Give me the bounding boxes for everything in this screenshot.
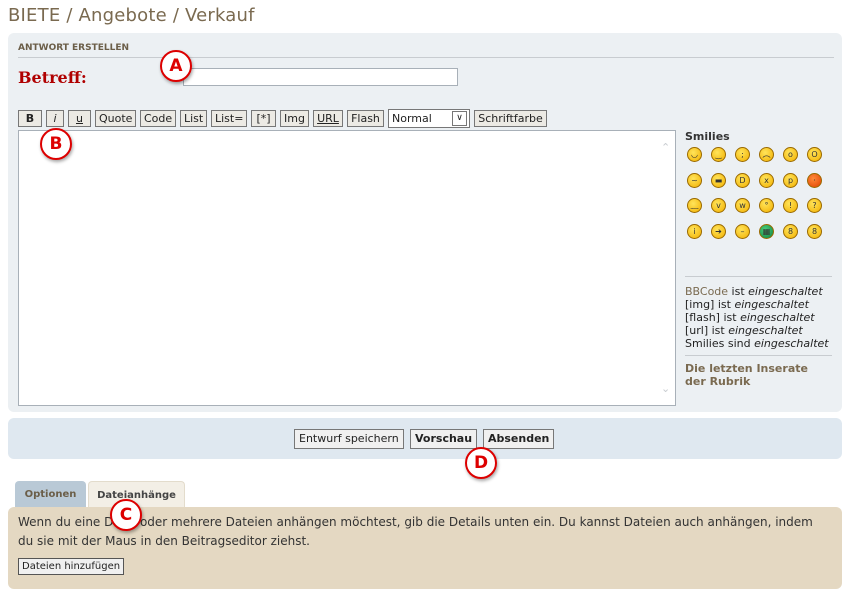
callout-b: B [40, 128, 72, 160]
quote-button[interactable]: Quote [95, 110, 136, 127]
neutral-icon[interactable]: – [735, 223, 750, 239]
italic-button[interactable]: i [46, 110, 64, 127]
exclamation-icon[interactable]: ! [783, 198, 798, 213]
img-status: [img] ist eingeschaltet [685, 298, 809, 311]
mad-icon[interactable]: x [759, 172, 774, 188]
smilies-status: Smilies sind eingeschaltet [685, 337, 829, 350]
surprised-icon[interactable]: o [783, 147, 798, 162]
big-grin-icon[interactable]: ◡ [687, 147, 702, 162]
ordered-list-button[interactable]: List= [211, 110, 247, 127]
bbcode-status: BBCode ist eingeschaltet [685, 285, 823, 298]
uber-geek-icon[interactable]: 8 [807, 223, 822, 239]
url-status: [url] ist eingeschaltet [685, 324, 803, 337]
list-item-button[interactable]: [*] [251, 110, 276, 127]
add-files-button[interactable]: Dateien hinzufügen [18, 558, 125, 575]
bbcode-link[interactable]: BBCode [685, 285, 728, 298]
rolling-eyes-icon[interactable]: ° [759, 198, 774, 213]
divider [685, 276, 832, 277]
subject-input[interactable] [183, 68, 458, 86]
save-draft-button[interactable]: Entwurf speichern [294, 429, 404, 449]
img-button[interactable]: Img [280, 110, 309, 127]
code-button[interactable]: Code [140, 110, 176, 127]
scroll-down-icon: ⌄ [661, 382, 671, 395]
page-title: BIETE / Angebote / Verkauf [8, 5, 255, 26]
idea-icon[interactable]: i [687, 223, 702, 239]
list-button[interactable]: List [180, 110, 207, 127]
url-button[interactable]: URL [313, 110, 343, 127]
divider [685, 355, 832, 356]
font-size-select[interactable]: Normal ∨ [388, 109, 470, 128]
bold-button[interactable]: B [18, 110, 42, 127]
wink-icon[interactable]: ; [735, 147, 750, 162]
font-color-button[interactable]: Schriftfarbe [474, 110, 547, 127]
sad-icon[interactable]: ︵ [759, 147, 774, 162]
callout-a: A [160, 50, 192, 82]
section-heading: ANTWORT ERSTELLEN [18, 43, 130, 53]
callout-d: D [465, 447, 497, 479]
flash-status: [flash] ist eingeschaltet [685, 311, 815, 324]
twisted-evil-icon[interactable]: w [735, 198, 750, 213]
arrow-icon[interactable]: ➔ [711, 223, 726, 239]
callout-c: C [110, 499, 142, 531]
underline-button[interactable]: u [68, 110, 91, 127]
tab-options[interactable]: Optionen [15, 481, 86, 508]
laughing-icon[interactable]: D [735, 172, 750, 188]
scroll-up-icon: ⌃ [661, 141, 671, 154]
font-size-value: Normal [392, 112, 432, 125]
message-editor[interactable]: ⌃ ⌄ [18, 130, 676, 406]
crying-icon[interactable]: ﹏ [687, 198, 702, 213]
geek-icon[interactable]: 8 [783, 223, 798, 239]
chevron-down-icon: ∨ [452, 111, 467, 126]
scrollbar[interactable]: ⌃ ⌄ [661, 141, 673, 395]
razz-icon[interactable]: p [783, 172, 798, 188]
embarrassed-icon[interactable]: · [807, 172, 822, 188]
confused-icon[interactable]: ~ [687, 172, 702, 188]
submit-button[interactable]: Absenden [483, 429, 555, 449]
cool-icon[interactable]: ▬ [711, 172, 726, 188]
flash-button[interactable]: Flash [347, 110, 384, 127]
preview-button[interactable]: Vorschau [410, 429, 478, 449]
last-ads-link[interactable]: Die letzten Inserate der Rubrik [685, 362, 825, 388]
divider [18, 57, 834, 58]
shocked-icon[interactable]: O [807, 147, 822, 162]
smilies-title: Smilies [685, 130, 730, 143]
mr-green-icon[interactable]: ▦ [759, 223, 774, 239]
subject-label: Betreff: [18, 68, 87, 87]
evil-icon[interactable]: v [711, 198, 726, 213]
smile-icon[interactable]: ‿ [711, 147, 726, 162]
question-icon[interactable]: ? [807, 198, 822, 213]
